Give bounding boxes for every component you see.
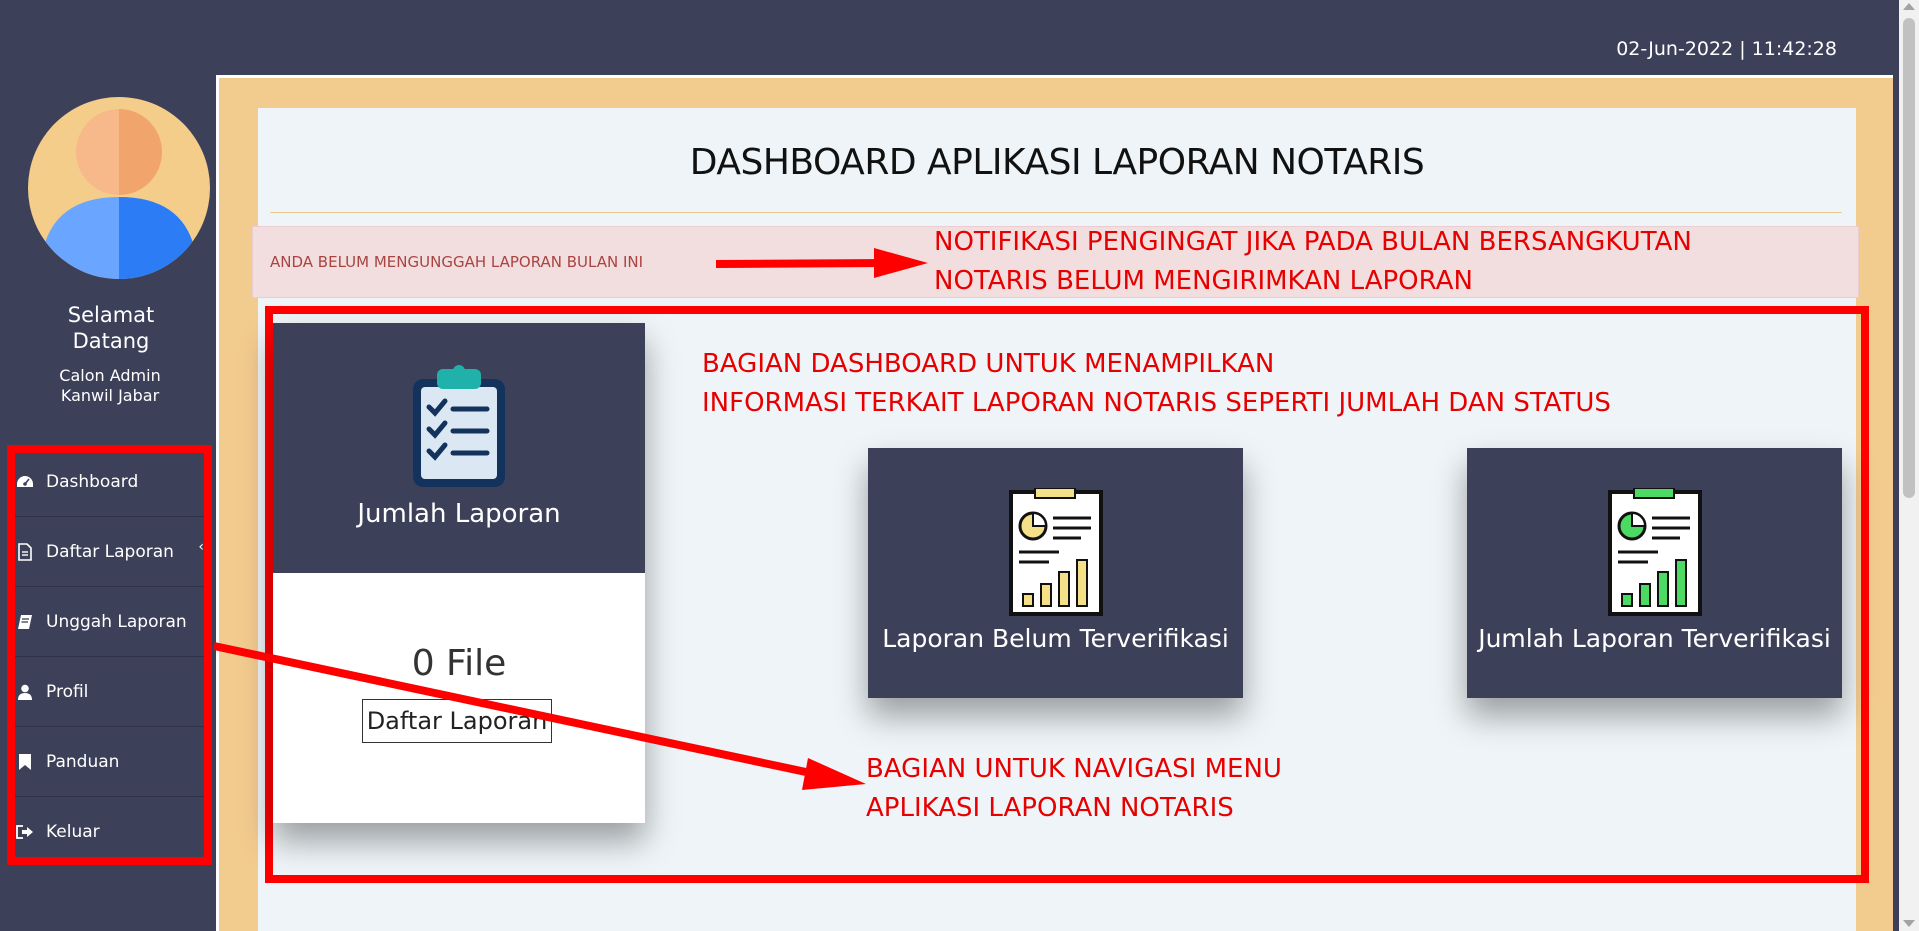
clipboard-icon (413, 365, 505, 487)
sidebar-item-label: Daftar Laporan (46, 541, 174, 562)
title-divider (270, 212, 1842, 213)
annotation-navigation-line-1: BAGIAN UNTUK NAVIGASI MENU (866, 754, 1282, 784)
chevron-left-icon: ‹ (198, 539, 204, 555)
card-label: Jumlah Laporan Terverifikasi (1478, 624, 1831, 653)
sidebar-item-keluar[interactable]: Keluar (8, 797, 208, 867)
scroll-down-icon[interactable] (1903, 920, 1915, 927)
sidebar-item-label: Dashboard (46, 471, 139, 492)
annotation-notification-line-2: NOTARIS BELUM MENGIRIMKAN LAPORAN (934, 266, 1473, 296)
bookmark-icon (16, 753, 34, 771)
datetime-display: 02-Jun-2022 | 11:42:28 (1616, 38, 1837, 60)
sidebar-item-dashboard[interactable]: Dashboard (8, 447, 208, 517)
sidebar-item-label: Panduan (46, 751, 120, 772)
file-count: 0 File (411, 643, 507, 684)
dashboard-icon (16, 473, 34, 491)
sidebar-item-label: Profil (46, 681, 89, 702)
card-label: Laporan Belum Terverifikasi (882, 624, 1229, 653)
book-icon (16, 613, 34, 631)
report-chart-icon (1608, 488, 1702, 616)
sidebar-item-daftar-laporan[interactable]: Daftar Laporan ‹ (8, 517, 208, 587)
card-body (273, 573, 645, 823)
sidebar-item-profil[interactable]: Profil (8, 657, 208, 727)
annotation-dashboard-line-2: INFORMASI TERKAIT LAPORAN NOTARIS SEPERT… (702, 388, 1611, 418)
sidebar-item-label: Unggah Laporan (46, 611, 187, 632)
annotation-dashboard-line-1: BAGIAN DASHBOARD UNTUK MENAMPILKAN (702, 349, 1275, 379)
sidebar-nav: Dashboard Daftar Laporan ‹ Unggah Lapora… (8, 447, 208, 867)
welcome-text: Selamat Datang (67, 303, 155, 353)
top-bar: 02-Jun-2022 | 11:42:28 (0, 0, 1899, 75)
alert-message: ANDA BELUM MENGUNGGAH LAPORAN BULAN INI (270, 253, 644, 271)
avatar (28, 97, 210, 279)
document-icon (16, 542, 34, 561)
report-chart-icon (1009, 488, 1103, 616)
user-icon (16, 683, 34, 701)
sidebar-item-panduan[interactable]: Panduan (8, 727, 208, 797)
annotation-navigation-line-2: APLIKASI LAPORAN NOTARIS (866, 793, 1234, 823)
annotation-notification-line-1: NOTIFIKASI PENGINGAT JIKA PADA BULAN BER… (934, 227, 1692, 257)
card-jumlah-laporan: Jumlah Laporan 0 File Daftar Laporan (273, 323, 645, 823)
user-role: Calon Admin Kanwil Jabar (0, 366, 220, 406)
sidebar-item-unggah-laporan[interactable]: Unggah Laporan (8, 587, 208, 657)
page-title: DASHBOARD APLIKASI LAPORAN NOTARIS (689, 142, 1425, 183)
scroll-up-icon[interactable] (1903, 3, 1915, 10)
card-label: Jumlah Laporan (357, 499, 561, 529)
daftar-laporan-button[interactable]: Daftar Laporan (362, 699, 552, 743)
sign-out-icon (16, 823, 34, 841)
scrollbar-thumb[interactable] (1903, 18, 1915, 498)
sidebar-item-label: Keluar (46, 822, 100, 842)
card-laporan-belum-terverifikasi[interactable]: Laporan Belum Terverifikasi (868, 448, 1243, 698)
card-jumlah-laporan-terverifikasi[interactable]: Jumlah Laporan Terverifikasi (1467, 448, 1842, 698)
role-line-1: Calon Admin (59, 366, 161, 385)
role-line-2: Kanwil Jabar (60, 386, 160, 405)
card-header: Jumlah Laporan (273, 323, 645, 573)
